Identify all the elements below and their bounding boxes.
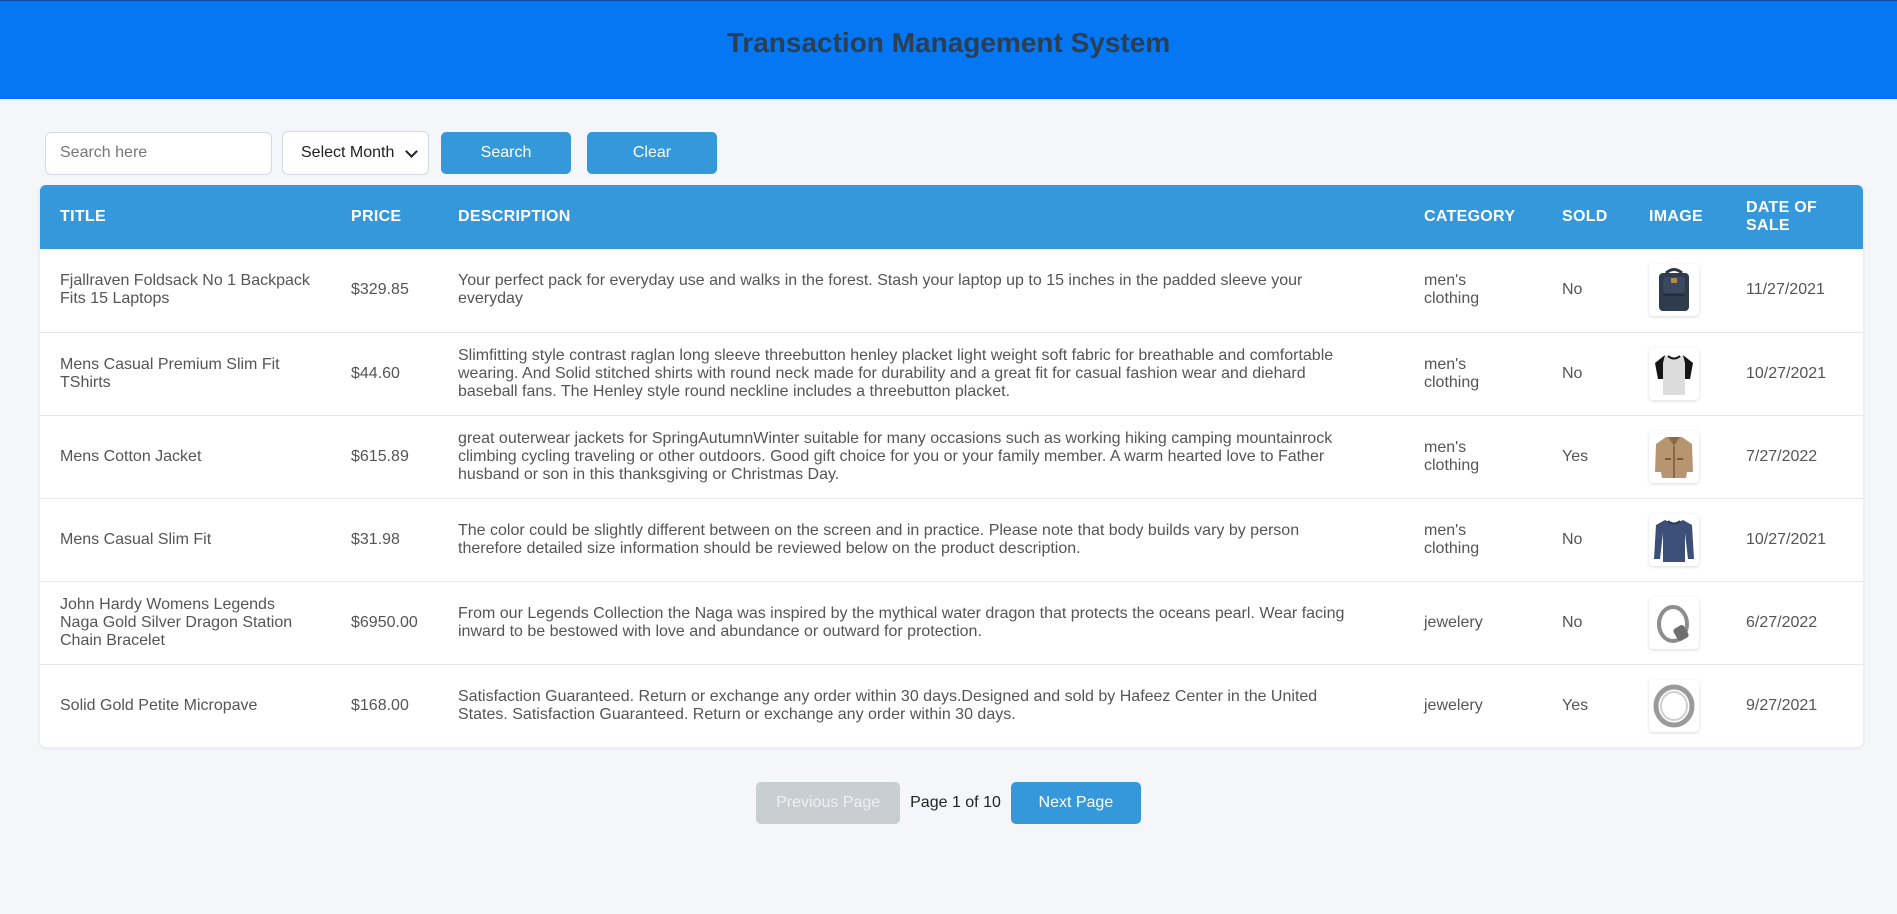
tshirt-image[interactable] [1649,347,1699,400]
column-header-sold[interactable]: SOLD [1542,185,1629,249]
cell-price: $168.00 [351,696,409,714]
table-row[interactable]: Mens Cotton Jacket $615.89 great outerwe… [40,415,1863,498]
cell-title: Solid Gold Petite Micropave [60,696,258,714]
cell-date: 9/27/2021 [1746,696,1818,714]
month-select[interactable]: Select Month [282,131,429,175]
longsleeve-image[interactable] [1649,513,1699,566]
cell-price: $6950.00 [351,613,418,631]
column-header-image[interactable]: IMAGE [1629,185,1726,249]
table-row[interactable]: Solid Gold Petite Micropave $168.00 Sati… [40,664,1863,747]
cell-image [1629,415,1726,498]
cell-sold: No [1562,530,1583,548]
cell-image [1629,581,1726,664]
app-header: Transaction Management System [0,0,1897,99]
cell-sold: Yes [1562,447,1589,465]
cell-date: 6/27/2022 [1746,613,1818,631]
cell-price: $31.98 [351,530,400,548]
cell-sold: No [1562,281,1583,299]
cell-category: jewelery [1424,613,1483,631]
cell-price: $44.60 [351,364,400,382]
cell-date: 10/27/2021 [1746,530,1827,548]
column-header-description[interactable]: DESCRIPTION [438,185,1404,249]
transactions-table: TITLE PRICE DESCRIPTION CATEGORY SOLD IM… [40,185,1863,747]
cell-description: great outerwear jackets for SpringAutumn… [458,429,1333,483]
backpack-image[interactable] [1649,264,1699,317]
table-row[interactable]: Mens Casual Premium Slim Fit TShirts $44… [40,332,1863,415]
table-header-row: TITLE PRICE DESCRIPTION CATEGORY SOLD IM… [40,185,1863,249]
column-header-title[interactable]: TITLE [40,185,331,249]
cell-image [1629,498,1726,581]
cell-title: Mens Casual Premium Slim Fit TShirts [60,355,280,391]
column-header-date[interactable]: DATE OF SALE [1726,185,1863,249]
next-page-button[interactable]: Next Page [1010,782,1141,824]
cell-image [1629,664,1726,747]
cell-description: From our Legends Collection the Naga was… [458,604,1345,640]
page-indicator: Page 1 of 10 [910,794,1001,811]
cell-title: Fjallraven Foldsack No 1 Backpack Fits 1… [60,272,310,308]
cell-sold: No [1562,613,1583,631]
bracelet-image[interactable] [1649,596,1699,649]
toolbar: Select Month Search Clear [45,131,717,175]
chevron-down-icon [405,144,418,158]
cell-sold: Yes [1562,696,1589,714]
cell-description: The color could be slightly different be… [458,521,1300,557]
jacket-image[interactable] [1649,430,1699,483]
column-header-price[interactable]: PRICE [331,185,438,249]
search-button[interactable]: Search [441,132,571,174]
cell-date: 7/27/2022 [1746,447,1818,465]
page-title: Transaction Management System [726,27,1171,58]
cell-category: men's clothing [1424,272,1480,308]
ring-image[interactable] [1649,679,1699,732]
cell-description: Your perfect pack for everyday use and w… [458,272,1303,308]
cell-description: Satisfaction Guaranteed. Return or excha… [458,687,1318,723]
cell-title: Mens Casual Slim Fit [60,530,212,548]
cell-category: jewelery [1424,696,1483,714]
cell-description: Slimfitting style contrast raglan long s… [458,346,1334,400]
cell-image [1629,249,1726,332]
cell-price: $615.89 [351,447,409,465]
cell-date: 11/27/2021 [1746,281,1825,299]
previous-page-button[interactable]: Previous Page [756,782,901,824]
month-select-value: Select Month [301,144,395,161]
table-row[interactable]: Fjallraven Foldsack No 1 Backpack Fits 1… [40,249,1863,332]
table-row[interactable]: John Hardy Womens Legends Naga Gold Silv… [40,581,1863,664]
cell-title: Mens Cotton Jacket [60,447,202,465]
cell-sold: No [1562,364,1583,382]
cell-title: John Hardy Womens Legends Naga Gold Silv… [60,595,293,649]
cell-image [1629,332,1726,415]
cell-date: 10/27/2021 [1746,364,1827,382]
cell-category: men's clothing [1424,521,1480,557]
search-input[interactable] [45,131,272,175]
pagination: Previous Page Page 1 of 10 Next Page [0,782,1897,824]
cell-price: $329.85 [351,281,409,299]
column-header-category[interactable]: CATEGORY [1404,185,1542,249]
clear-button[interactable]: Clear [587,132,717,174]
cell-category: men's clothing [1424,438,1480,474]
table-row[interactable]: Mens Casual Slim Fit $31.98 The color co… [40,498,1863,581]
cell-category: men's clothing [1424,355,1480,391]
